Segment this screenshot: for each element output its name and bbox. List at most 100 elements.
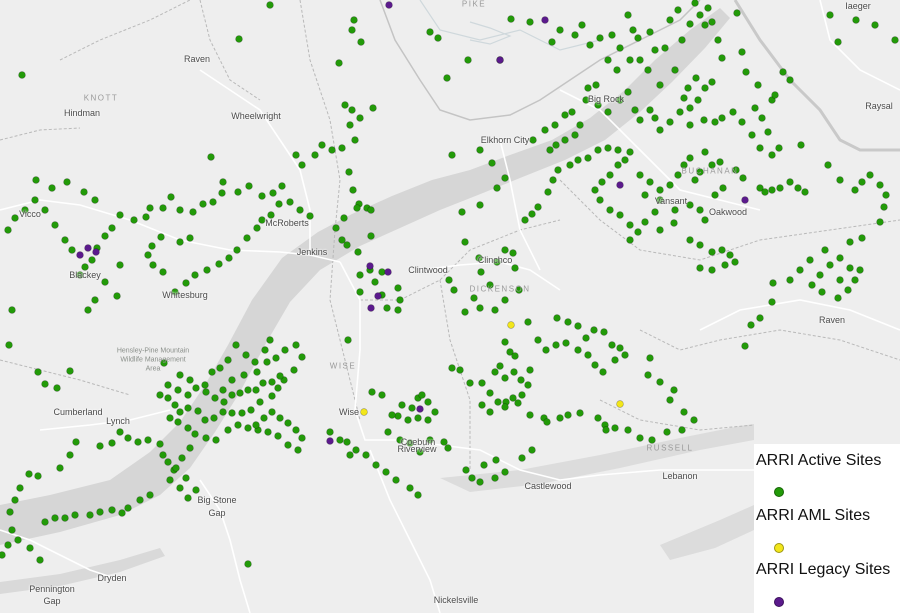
active-site-marker[interactable] bbox=[731, 258, 739, 266]
active-site-marker[interactable] bbox=[276, 414, 284, 422]
active-site-marker[interactable] bbox=[582, 334, 590, 342]
active-site-marker[interactable] bbox=[146, 491, 154, 499]
active-site-marker[interactable] bbox=[336, 436, 344, 444]
active-site-marker[interactable] bbox=[541, 126, 549, 134]
active-site-marker[interactable] bbox=[266, 336, 274, 344]
active-site-marker[interactable] bbox=[264, 428, 272, 436]
active-site-marker[interactable] bbox=[383, 304, 391, 312]
active-site-marker[interactable] bbox=[345, 168, 353, 176]
active-site-marker[interactable] bbox=[514, 399, 522, 407]
active-site-marker[interactable] bbox=[356, 288, 364, 296]
active-site-marker[interactable] bbox=[584, 154, 592, 162]
active-site-marker[interactable] bbox=[350, 16, 358, 24]
active-site-marker[interactable] bbox=[142, 213, 150, 221]
active-site-marker[interactable] bbox=[134, 438, 142, 446]
active-site-marker[interactable] bbox=[344, 336, 352, 344]
active-site-marker[interactable] bbox=[591, 186, 599, 194]
active-site-marker[interactable] bbox=[871, 21, 879, 29]
active-site-marker[interactable] bbox=[686, 201, 694, 209]
active-site-marker[interactable] bbox=[144, 436, 152, 444]
active-site-marker[interactable] bbox=[392, 476, 400, 484]
active-site-marker[interactable] bbox=[113, 292, 121, 300]
active-site-marker[interactable] bbox=[553, 314, 561, 322]
active-site-marker[interactable] bbox=[858, 178, 866, 186]
active-site-marker[interactable] bbox=[476, 201, 484, 209]
active-site-marker[interactable] bbox=[692, 74, 700, 82]
active-site-marker[interactable] bbox=[157, 233, 165, 241]
active-site-marker[interactable] bbox=[510, 368, 518, 376]
active-site-marker[interactable] bbox=[338, 144, 346, 152]
active-site-marker[interactable] bbox=[199, 200, 207, 208]
active-site-marker[interactable] bbox=[596, 34, 604, 42]
active-site-marker[interactable] bbox=[518, 391, 526, 399]
active-site-marker[interactable] bbox=[606, 206, 614, 214]
active-site-marker[interactable] bbox=[646, 354, 654, 362]
active-site-marker[interactable] bbox=[388, 411, 396, 419]
active-site-marker[interactable] bbox=[834, 294, 842, 302]
active-site-marker[interactable] bbox=[201, 381, 209, 389]
active-site-marker[interactable] bbox=[159, 268, 167, 276]
active-site-marker[interactable] bbox=[768, 151, 776, 159]
active-site-marker[interactable] bbox=[414, 491, 422, 499]
active-site-marker[interactable] bbox=[711, 191, 719, 199]
active-site-marker[interactable] bbox=[701, 148, 709, 156]
active-site-marker[interactable] bbox=[108, 439, 116, 447]
active-site-marker[interactable] bbox=[218, 189, 226, 197]
active-site-marker[interactable] bbox=[4, 541, 12, 549]
active-site-marker[interactable] bbox=[599, 368, 607, 376]
active-site-marker[interactable] bbox=[518, 454, 526, 462]
active-site-marker[interactable] bbox=[721, 261, 729, 269]
active-site-marker[interactable] bbox=[343, 438, 351, 446]
active-site-marker[interactable] bbox=[651, 114, 659, 122]
active-site-marker[interactable] bbox=[616, 44, 624, 52]
active-site-marker[interactable] bbox=[351, 136, 359, 144]
active-site-marker[interactable] bbox=[611, 356, 619, 364]
active-site-marker[interactable] bbox=[754, 81, 762, 89]
active-site-marker[interactable] bbox=[794, 184, 802, 192]
active-site-marker[interactable] bbox=[41, 206, 49, 214]
active-site-marker[interactable] bbox=[212, 436, 220, 444]
active-site-marker[interactable] bbox=[269, 189, 277, 197]
active-site-marker[interactable] bbox=[240, 371, 248, 379]
active-site-marker[interactable] bbox=[596, 196, 604, 204]
aml-site-marker[interactable] bbox=[616, 400, 624, 408]
active-site-marker[interactable] bbox=[346, 121, 354, 129]
active-site-marker[interactable] bbox=[616, 211, 624, 219]
active-site-marker[interactable] bbox=[468, 474, 476, 482]
active-site-marker[interactable] bbox=[408, 404, 416, 412]
active-site-marker[interactable] bbox=[826, 11, 834, 19]
legacy-site-marker[interactable] bbox=[367, 304, 375, 312]
active-site-marker[interactable] bbox=[501, 174, 509, 182]
active-site-marker[interactable] bbox=[786, 76, 794, 84]
active-site-marker[interactable] bbox=[278, 182, 286, 190]
active-site-marker[interactable] bbox=[564, 411, 572, 419]
active-site-marker[interactable] bbox=[174, 386, 182, 394]
active-site-marker[interactable] bbox=[718, 246, 726, 254]
active-site-marker[interactable] bbox=[338, 236, 346, 244]
active-site-marker[interactable] bbox=[844, 286, 852, 294]
active-site-marker[interactable] bbox=[574, 346, 582, 354]
active-site-marker[interactable] bbox=[268, 408, 276, 416]
active-site-marker[interactable] bbox=[66, 367, 74, 375]
legacy-site-marker[interactable] bbox=[385, 1, 393, 9]
active-site-marker[interactable] bbox=[346, 451, 354, 459]
legacy-site-marker[interactable] bbox=[374, 292, 382, 300]
active-site-marker[interactable] bbox=[733, 9, 741, 17]
active-site-marker[interactable] bbox=[130, 216, 138, 224]
active-site-marker[interactable] bbox=[286, 198, 294, 206]
active-site-marker[interactable] bbox=[398, 401, 406, 409]
active-site-marker[interactable] bbox=[690, 416, 698, 424]
active-site-marker[interactable] bbox=[274, 432, 282, 440]
active-site-marker[interactable] bbox=[326, 428, 334, 436]
active-site-marker[interactable] bbox=[311, 151, 319, 159]
active-site-marker[interactable] bbox=[670, 386, 678, 394]
active-site-marker[interactable] bbox=[252, 386, 260, 394]
active-site-marker[interactable] bbox=[210, 414, 218, 422]
active-site-marker[interactable] bbox=[806, 256, 814, 264]
active-site-marker[interactable] bbox=[118, 509, 126, 517]
aml-site-marker[interactable] bbox=[507, 321, 515, 329]
active-site-marker[interactable] bbox=[256, 398, 264, 406]
active-site-marker[interactable] bbox=[708, 18, 716, 26]
active-site-marker[interactable] bbox=[549, 176, 557, 184]
active-site-marker[interactable] bbox=[208, 368, 216, 376]
